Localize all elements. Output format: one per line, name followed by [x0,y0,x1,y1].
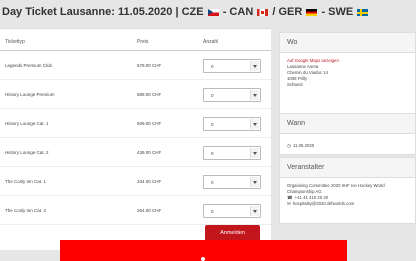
date-heading: Wann [280,114,415,134]
ticket-name: History Lounge Cat. 2 [5,150,49,155]
ticket-table: Tickettyp Preis Anzahl Legends Premium C… [0,28,271,250]
ticket-price: 679.00 CHF [137,63,162,68]
table-row: The Cosly Inn Cat. 1 334.00 CHF 0 [0,167,271,196]
table-row: History Lounge Cat. 1 509.00 CHF 0 [0,109,271,138]
quantity-value: 0 [211,209,214,214]
ticket-price: 509.00 CHF [137,121,162,126]
title-separator-3: - SWE [318,6,357,18]
ticket-name: Legends Premium Club [5,63,53,68]
page-title: Day Ticket Lausanne: 11.05.2020 | CZE - … [0,0,416,24]
quantity-select[interactable]: 0 [203,117,261,131]
event-date: 11.05.2020 [292,143,315,148]
table-header: Tickettyp Preis Anzahl [0,29,271,51]
quantity-select[interactable]: 0 [203,59,261,73]
quantity-value: 0 [211,151,214,156]
germany-flag-icon [306,9,318,16]
quantity-select[interactable]: 0 [203,88,261,102]
table-row: History Lounge Cat. 2 439.00 CHF 0 [0,138,271,167]
ticket-name: History Lounge Cat. 1 [5,121,49,126]
organizer-body: Organising Committee 2020 IIHF Ice Hocke… [280,178,415,212]
mail-icon: ✉ [287,201,291,206]
organizer-heading: Veranstalter [280,158,415,178]
chevron-down-icon [250,206,259,216]
quantity-select[interactable]: 0 [203,146,261,160]
column-header-type: Tickettyp [5,39,25,45]
title-separator-2: / GER [269,6,306,18]
sweden-flag-icon [357,9,369,16]
title-text: Day Ticket Lausanne: 11.05.2020 | CZE [2,6,204,18]
organizer-email[interactable]: hospitality@2020.iihfworlds.com [293,201,354,206]
quantity-value: 0 [211,64,214,69]
quantity-value: 0 [211,180,214,185]
chevron-down-icon [250,148,259,158]
date-panel: Wann ◷ 11.05.2020 [279,113,416,155]
ticket-price: 264.00 CHF [137,208,162,213]
organizer-phone[interactable]: +41 41 410 20 20 [295,195,329,200]
date-body: ◷ 11.05.2020 [280,134,415,154]
quantity-value: 0 [211,93,214,98]
clock-icon: ◷ [287,143,291,148]
ticket-price: 334.00 CHF [137,179,162,184]
canada-flag-icon [257,9,269,16]
title-separator-1: - CAN [219,6,257,18]
register-button[interactable]: Anmelden [205,225,260,241]
ticket-name: The Cosly Inn Cat. 2 [5,208,47,213]
quantity-select[interactable]: 0 [203,175,261,189]
table-row: History Lounge Premium 689.00 CHF 0 [0,80,271,109]
column-header-qty: Anzahl [203,39,219,45]
ticket-price: 439.00 CHF [137,150,162,155]
organizer-panel: Veranstalter Organising Committee 2020 I… [279,157,416,224]
venue-country: Schweiz [287,82,304,87]
column-header-price: Preis [137,39,149,45]
ticket-price: 689.00 CHF [137,92,162,97]
table-row: Legends Premium Club 679.00 CHF 0 [0,51,271,80]
location-body: Auf Google Maps anzeigen Lausanne Arena … [280,53,415,93]
overlay-dot [201,257,205,261]
red-overlay-banner [60,240,347,261]
ticket-name: The Cosly Inn Cat. 1 [5,179,47,184]
location-heading: Wo [280,33,415,53]
chevron-down-icon [250,177,259,187]
quantity-value: 0 [211,122,214,127]
ticket-name: History Lounge Premium [5,92,55,97]
chevron-down-icon [250,61,259,71]
czech-flag-icon [207,9,219,16]
table-row: The Cosly Inn Cat. 2 264.00 CHF 0 [0,196,271,225]
chevron-down-icon [250,119,259,129]
chevron-down-icon [250,90,259,100]
quantity-select[interactable]: 0 [203,204,261,218]
